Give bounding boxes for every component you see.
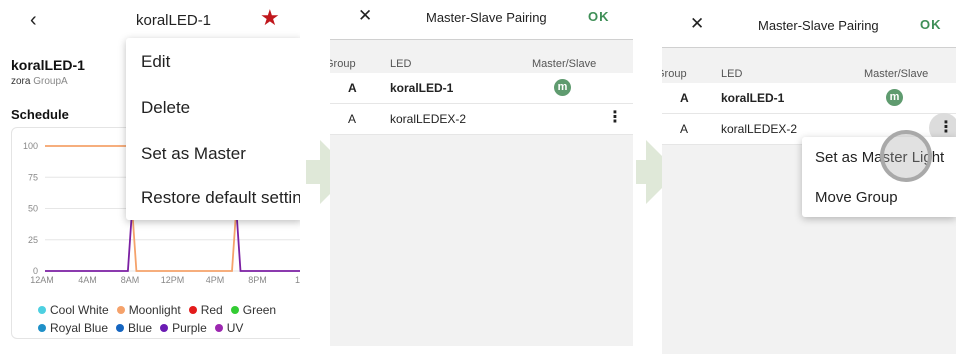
row-led-name: koralLEDEX-2 [390,112,467,126]
y-tick-label: 100 [23,141,38,151]
column-header-group: Group [330,58,356,70]
x-tick-label: 4AM [78,275,97,285]
legend-dot [214,324,223,332]
legend-label: Moonlight [128,303,181,317]
ok-button[interactable]: OK [920,17,942,32]
screenshot-stage: ‹ koralLED-1 ★ koralLED-1 zora GroupA Sc… [0,0,956,354]
pairing-title: Master-Slave Pairing [758,18,879,33]
table-row[interactable]: A koralLED-1 m [330,73,633,104]
legend-row: Cool White Moonlight Red Green [38,301,300,319]
legend-entry: Red [188,303,223,317]
row-group: A [348,81,357,95]
close-icon[interactable]: ✕ [358,6,372,26]
x-tick-label: 12PM [161,275,185,285]
legend-label: Royal Blue [50,321,109,335]
row-led-name: koralLED-1 [721,91,785,105]
device-options-menu: Edit Delete Set as Master Restore defaul… [126,38,300,220]
legend-dot [116,306,125,314]
pairing-screen: ✕ Master-Slave Pairing OK Group LED Mast… [330,0,633,346]
column-header-led: LED [721,68,743,80]
y-tick-label: 25 [28,235,38,245]
touch-indicator [880,130,932,182]
legend-dot [230,306,239,314]
row-group: A [348,112,357,126]
legend-dot [188,306,197,314]
pairing-header: ✕ Master-Slave Pairing OK [662,0,956,48]
legend-label: Green [242,303,277,317]
x-tick-label: 4PM [206,275,225,285]
legend-entry: Cool White [38,303,109,317]
led-options-menu: Set as Master Light Move Group [802,137,956,217]
kebab-menu-icon[interactable]: ⋮ [938,120,954,136]
row-led-name: koralLEDEX-2 [721,122,798,136]
legend-dot [38,324,46,332]
x-tick-label: 8PM [248,275,267,285]
menu-item-set-master[interactable]: Set as Master [141,144,246,164]
row-group: A [680,91,689,105]
legend-entry: Green [230,303,277,317]
column-header-led: LED [390,58,412,70]
menu-item-restore-defaults[interactable]: Restore default settings [141,188,300,208]
ok-button[interactable]: OK [588,9,610,24]
menu-item-edit[interactable]: Edit [141,52,170,72]
menu-item-delete[interactable]: Delete [141,98,190,118]
pairing-header: ✕ Master-Slave Pairing OK [330,0,633,40]
legend-label: Red [200,303,223,317]
legend-label: Cool White [50,303,109,317]
legend-row: Royal Blue Blue Purple UV [38,319,300,337]
row-led-name: koralLED-1 [390,81,454,95]
legend-dot [116,324,125,332]
column-header-master-slave: Master/Slave [864,68,929,80]
legend-label: Blue [128,321,153,335]
legend-entry: Blue [116,321,152,335]
x-tick-label: 8AM [121,275,140,285]
x-tick-label: 12AM [30,275,54,285]
x-tick-label: 12 [295,275,300,285]
legend-label: Purple [172,321,207,335]
row-group: A [680,122,689,136]
legend-entry: Royal Blue [38,321,108,335]
device-detail-screen: ‹ koralLED-1 ★ koralLED-1 zora GroupA Sc… [0,0,300,354]
master-badge-icon: m [554,79,571,96]
close-icon[interactable]: ✕ [690,14,704,34]
y-tick-label: 50 [28,204,38,214]
menu-item-move-group[interactable]: Move Group [815,189,898,206]
legend-entry: UV [214,321,244,335]
legend-dot [160,324,169,332]
master-badge-icon: m [886,89,903,106]
legend-entry: Purple [160,321,207,335]
column-header-master-slave: Master/Slave [532,58,597,70]
y-tick-label: 75 [28,172,38,182]
chart-legend: Cool White Moonlight Red Green Royal Blue Bl… [38,301,300,337]
table-row[interactable]: A koralLED-1 m [662,83,956,114]
table-row[interactable]: A koralLEDEX-2 ⋮ [330,104,633,135]
legend-entry: Moonlight [116,303,181,317]
kebab-menu-icon[interactable]: ⋮ [607,110,623,126]
column-header-group: Group [662,68,687,80]
legend-label: UV [226,321,244,335]
legend-dot [38,306,46,314]
pairing-title: Master-Slave Pairing [426,10,547,25]
